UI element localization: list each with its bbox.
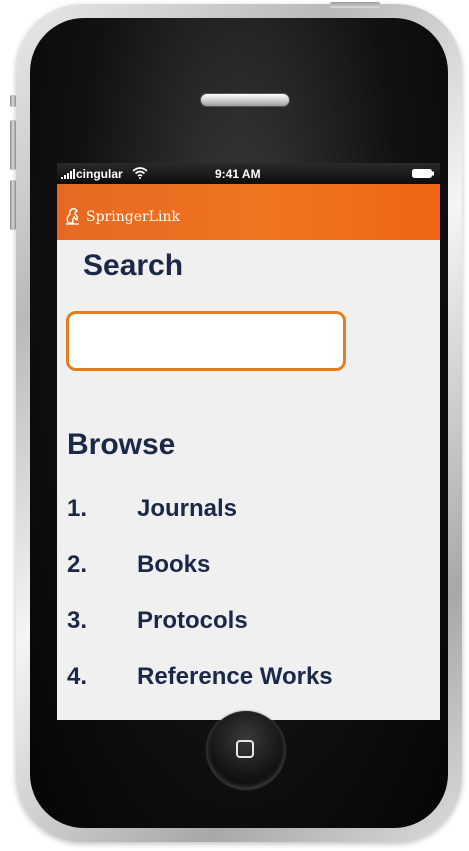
browse-heading: Browse (67, 428, 176, 461)
mute-switch[interactable] (10, 95, 16, 107)
springer-horse-icon (66, 208, 79, 225)
browse-link-books[interactable]: Books (137, 551, 210, 579)
power-button[interactable] (330, 2, 380, 8)
status-bar: cingular 9:41 AM (57, 163, 440, 184)
list-number: 3. (67, 607, 88, 634)
search-heading: Search (83, 249, 184, 282)
springerlink-header: SpringerLink (57, 184, 440, 240)
list-number: 4. (67, 663, 88, 690)
list-number: 2. (67, 551, 88, 578)
home-square-icon (236, 740, 254, 758)
volume-up-button[interactable] (10, 120, 16, 170)
signal-icon (61, 169, 75, 179)
volume-down-button[interactable] (10, 180, 16, 230)
brand-name: SpringerLink (86, 209, 180, 225)
wifi-icon (132, 167, 148, 179)
earpiece-speaker (200, 93, 290, 107)
search-input[interactable] (66, 311, 346, 371)
home-button[interactable] (207, 711, 285, 789)
browse-link-protocols[interactable]: Protocols (137, 607, 248, 635)
browse-link-journals[interactable]: Journals (137, 495, 237, 523)
carrier-name: cingular (76, 167, 123, 181)
browse-link-reference-works[interactable]: Reference Works (137, 663, 333, 691)
battery-icon (412, 169, 434, 178)
status-time: 9:41 AM (215, 167, 261, 181)
screen: cingular 9:41 AM SpringerLink Search Bro… (57, 163, 440, 720)
list-number: 1. (67, 495, 88, 522)
